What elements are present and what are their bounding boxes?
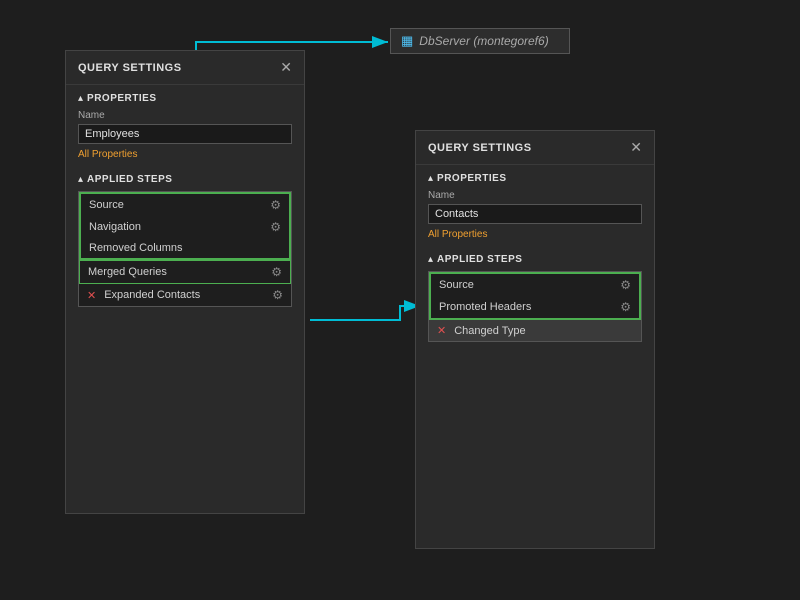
- right-panel-spacer: [416, 348, 654, 548]
- right-properties-title: PROPERTIES: [437, 173, 506, 184]
- right-step-source-gear[interactable]: ⚙: [620, 278, 631, 292]
- db-badge-text: DbServer (montegoref6): [419, 34, 548, 48]
- right-step-promoted-headers[interactable]: Promoted Headers ⚙: [431, 296, 639, 318]
- left-step-navigation-label: Navigation: [89, 221, 141, 233]
- right-steps-arrow: ▴: [428, 254, 433, 265]
- right-panel-title: QUERY SETTINGS: [428, 142, 532, 154]
- left-steps-box: Source ⚙ Navigation ⚙ Removed Columns: [78, 191, 292, 307]
- right-step-changed-type[interactable]: ✕ Changed Type: [429, 320, 641, 341]
- right-all-properties-link[interactable]: All Properties: [428, 229, 642, 240]
- left-step-removed-columns[interactable]: Removed Columns: [81, 238, 289, 258]
- left-step-source[interactable]: Source ⚙: [81, 194, 289, 216]
- left-name-label: Name: [78, 110, 292, 121]
- right-properties-header: ▴ PROPERTIES: [428, 173, 642, 184]
- right-panel-close-button[interactable]: ✕: [630, 139, 642, 156]
- left-panel-title: QUERY SETTINGS: [78, 62, 182, 74]
- left-steps-title: APPLIED STEPS: [87, 174, 172, 185]
- left-step-merged-queries[interactable]: Merged Queries ⚙: [79, 260, 291, 284]
- left-properties-title: PROPERTIES: [87, 93, 156, 104]
- right-step-promoted-headers-gear[interactable]: ⚙: [620, 300, 631, 314]
- left-properties-header: ▴ PROPERTIES: [78, 93, 292, 104]
- left-panel-spacer: [66, 313, 304, 513]
- db-server-badge: ▦ DbServer (montegoref6): [390, 28, 570, 54]
- left-steps-arrow: ▴: [78, 174, 83, 185]
- right-step-changed-type-label: Changed Type: [454, 325, 525, 337]
- right-step-source-label: Source: [439, 279, 474, 291]
- left-applied-steps-section: ▴ APPLIED STEPS Source ⚙ Navigation ⚙: [66, 168, 304, 313]
- left-step-expanded-contacts[interactable]: ✕ Expanded Contacts ⚙: [79, 284, 291, 306]
- right-steps-header: ▴ APPLIED STEPS: [428, 254, 642, 265]
- left-step-expanded-contacts-gear[interactable]: ⚙: [272, 288, 283, 302]
- right-properties-arrow: ▴: [428, 173, 433, 184]
- left-green-group: Source ⚙ Navigation ⚙ Removed Columns: [79, 192, 291, 260]
- left-properties-arrow: ▴: [78, 93, 83, 104]
- left-steps-header: ▴ APPLIED STEPS: [78, 174, 292, 185]
- left-step-source-label: Source: [89, 199, 124, 211]
- left-step-navigation-gear[interactable]: ⚙: [270, 220, 281, 234]
- left-step-expanded-contacts-x: ✕: [87, 289, 96, 302]
- right-steps-box: Source ⚙ Promoted Headers ⚙ ✕ Changed Ty…: [428, 271, 642, 342]
- left-step-merged-queries-label: Merged Queries: [88, 266, 167, 278]
- left-step-source-gear[interactable]: ⚙: [270, 198, 281, 212]
- right-step-changed-type-x: ✕: [437, 324, 446, 337]
- right-properties-section: ▴ PROPERTIES Name All Properties: [416, 165, 654, 248]
- right-applied-steps-section: ▴ APPLIED STEPS Source ⚙ Promoted Header…: [416, 248, 654, 348]
- left-all-properties-link[interactable]: All Properties: [78, 149, 292, 160]
- left-step-expanded-contacts-label: Expanded Contacts: [104, 289, 200, 301]
- db-icon: ▦: [401, 33, 413, 49]
- left-panel-close-button[interactable]: ✕: [280, 59, 292, 76]
- left-step-navigation[interactable]: Navigation ⚙: [81, 216, 289, 238]
- right-steps-title: APPLIED STEPS: [437, 254, 522, 265]
- left-query-settings-panel: QUERY SETTINGS ✕ ▴ PROPERTIES Name All P…: [65, 50, 305, 514]
- right-green-group: Source ⚙ Promoted Headers ⚙: [429, 272, 641, 320]
- left-step-merged-queries-gear[interactable]: ⚙: [271, 265, 282, 279]
- right-step-source[interactable]: Source ⚙: [431, 274, 639, 296]
- right-name-label: Name: [428, 190, 642, 201]
- right-panel-header: QUERY SETTINGS ✕: [416, 131, 654, 165]
- right-query-settings-panel: QUERY SETTINGS ✕ ▴ PROPERTIES Name All P…: [415, 130, 655, 549]
- left-panel-header: QUERY SETTINGS ✕: [66, 51, 304, 85]
- left-properties-section: ▴ PROPERTIES Name All Properties: [66, 85, 304, 168]
- right-step-promoted-headers-label: Promoted Headers: [439, 301, 531, 313]
- left-name-input[interactable]: [78, 124, 292, 144]
- left-step-removed-columns-label: Removed Columns: [89, 242, 183, 254]
- right-name-input[interactable]: [428, 204, 642, 224]
